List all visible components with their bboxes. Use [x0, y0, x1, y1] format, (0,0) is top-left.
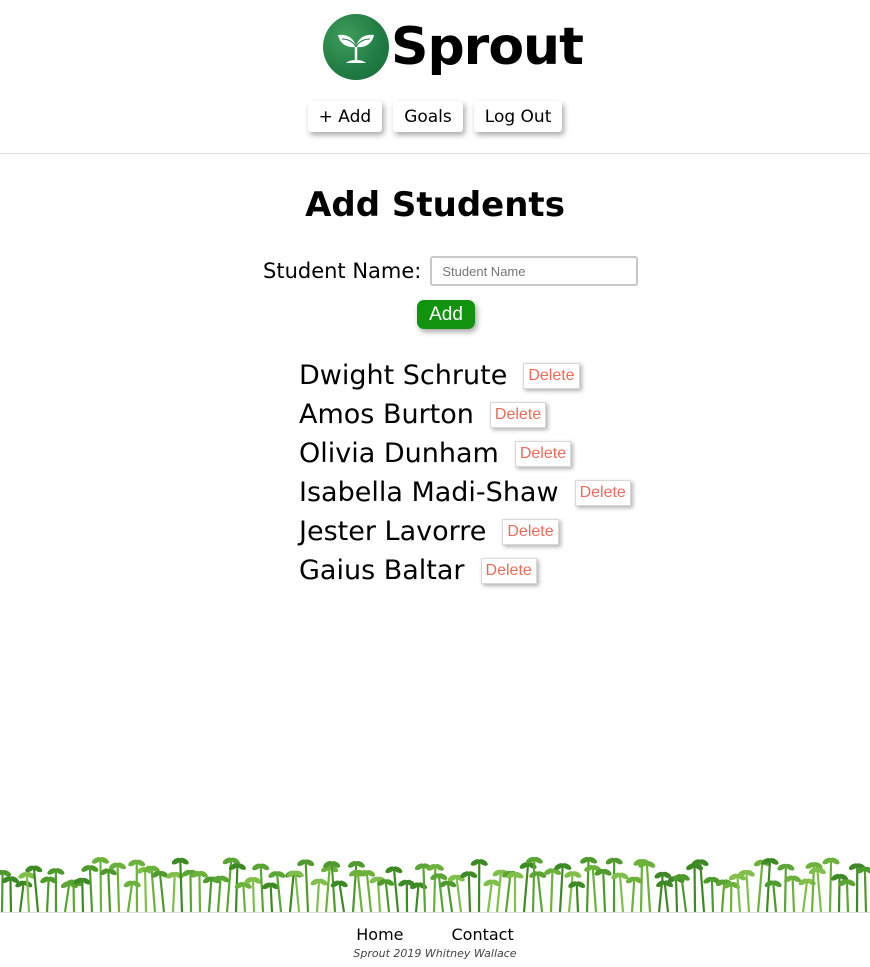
student-name: Olivia Dunham [299, 437, 499, 469]
delete-student-button[interactable]: Delete [502, 518, 559, 545]
logo[interactable]: Sprout [323, 14, 584, 80]
footer-contact-link[interactable]: Contact [452, 925, 514, 944]
copyright-text: Sprout 2019 Whitney Wallace [353, 947, 517, 960]
student-name: Jester Lavorre [299, 515, 487, 547]
student-item: Isabella Madi-Shaw Delete [299, 473, 631, 512]
delete-student-button[interactable]: Delete [574, 479, 631, 506]
student-item: Amos Burton Delete [299, 395, 631, 434]
student-name-input[interactable] [430, 256, 639, 286]
nav-logout-button[interactable]: Log Out [473, 101, 563, 132]
page-title: Add Students [305, 185, 565, 225]
nav-goals-button[interactable]: Goals [393, 101, 463, 132]
add-student-form: Student Name: [263, 256, 639, 286]
student-name: Amos Burton [299, 398, 474, 430]
footer-divider [0, 912, 870, 913]
student-name-label: Student Name: [263, 259, 422, 283]
add-student-button[interactable]: Add [417, 300, 475, 329]
student-item: Olivia Dunham Delete [299, 434, 631, 473]
student-item: Dwight Schrute Delete [299, 356, 631, 395]
footer-home-link[interactable]: Home [356, 925, 403, 944]
student-name: Dwight Schrute [299, 359, 508, 391]
delete-student-button[interactable]: Delete [523, 362, 580, 389]
sprout-logo-icon [323, 14, 389, 80]
delete-student-button[interactable]: Delete [514, 440, 572, 467]
main-nav: + Add Goals Log Out [0, 101, 870, 132]
page: Sprout + Add Goals Log Out Add Students … [0, 0, 870, 967]
site-header: Sprout + Add Goals Log Out [0, 0, 870, 154]
student-name: Gaius Baltar [299, 554, 465, 586]
student-name: Isabella Madi-Shaw [299, 476, 559, 508]
delete-student-button[interactable]: Delete [489, 401, 547, 428]
brand-name: Sprout [391, 17, 584, 77]
student-item: Jester Lavorre Delete [299, 512, 631, 551]
delete-student-button[interactable]: Delete [480, 557, 537, 584]
student-list: Dwight Schrute Delete Amos Burton Delete… [299, 356, 631, 590]
sprouts-border-image [0, 856, 870, 912]
student-item: Gaius Baltar Delete [299, 551, 631, 590]
nav-add-button[interactable]: + Add [307, 101, 383, 132]
footer-links: Home Contact [0, 925, 870, 944]
